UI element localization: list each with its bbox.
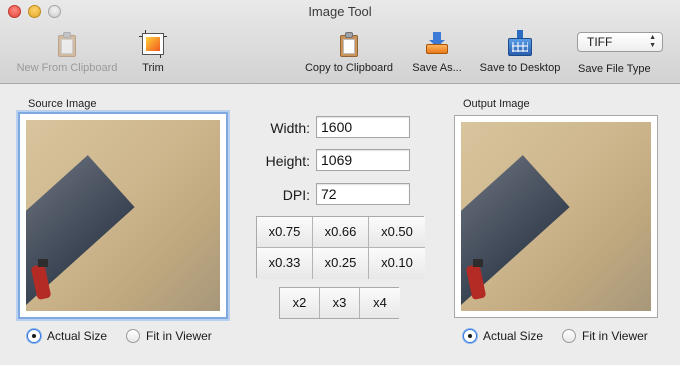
trim-label: Trim (142, 62, 164, 74)
dpi-field[interactable] (316, 183, 410, 205)
source-image-well[interactable] (18, 112, 228, 319)
new-from-clipboard-label: New From Clipboard (16, 62, 118, 74)
save-file-type-label: Save File Type (578, 63, 651, 75)
output-actual-size-label: Actual Size (483, 329, 544, 343)
source-image-preview (26, 120, 220, 311)
output-fit-in-viewer-label: Fit in Viewer (582, 329, 648, 343)
scale-0.75-button[interactable]: x0.75 (257, 217, 313, 248)
source-image-title: Source Image (28, 98, 97, 110)
file-type-value: TIFF (587, 35, 613, 49)
scale-x3-button[interactable]: x3 (320, 288, 360, 318)
window-title: Image Tool (308, 4, 372, 19)
output-image-well[interactable] (454, 115, 658, 318)
clipboard-icon (335, 30, 363, 58)
copy-to-clipboard-button[interactable]: Copy to Clipboard (296, 30, 402, 74)
new-from-clipboard-button[interactable]: New From Clipboard (8, 30, 126, 74)
desktop-icon (506, 30, 534, 58)
save-as-label: Save As... (412, 62, 462, 74)
source-fit-in-viewer-radio[interactable]: Fit in Viewer (126, 329, 212, 343)
radio-unselected-icon (126, 329, 140, 343)
scale-0.10-button[interactable]: x0.10 (369, 248, 425, 279)
scale-up-buttons: x2 x3 x4 (279, 287, 400, 319)
save-to-desktop-button[interactable]: Save to Desktop (472, 30, 568, 74)
scale-down-buttons: x0.75 x0.66 x0.50 x0.33 x0.25 x0.10 (256, 216, 425, 279)
source-actual-size-radio[interactable]: Actual Size (27, 329, 107, 343)
radio-unselected-icon (562, 329, 576, 343)
select-arrows-icon: ▲ ▼ (649, 34, 656, 49)
width-field[interactable] (316, 116, 410, 138)
copy-to-clipboard-label: Copy to Clipboard (304, 62, 394, 74)
radio-selected-icon (27, 329, 41, 343)
scale-0.50-button[interactable]: x0.50 (369, 217, 425, 248)
scale-0.25-button[interactable]: x0.25 (313, 248, 369, 279)
output-image-preview (461, 122, 651, 311)
image-tool-window: Image Tool New From Clipboard Trim Copy … (0, 0, 680, 365)
scale-0.66-button[interactable]: x0.66 (313, 217, 369, 248)
clipboard-icon (53, 30, 81, 58)
radio-selected-icon (463, 329, 477, 343)
output-actual-size-radio[interactable]: Actual Size (463, 329, 543, 343)
output-fit-in-viewer-radio[interactable]: Fit in Viewer (562, 329, 648, 343)
save-tray-icon (423, 30, 451, 58)
dpi-label: DPI: (282, 187, 310, 203)
trim-button[interactable]: Trim (132, 30, 174, 74)
height-field[interactable] (316, 149, 410, 171)
width-label: Width: (270, 120, 310, 136)
trim-icon (139, 30, 167, 58)
save-as-button[interactable]: Save As... (408, 30, 466, 74)
output-image-title: Output Image (463, 98, 530, 110)
save-to-desktop-label: Save to Desktop (479, 62, 561, 74)
scale-0.33-button[interactable]: x0.33 (257, 248, 313, 279)
file-type-select[interactable]: TIFF ▲ ▼ (577, 32, 663, 52)
scale-x2-button[interactable]: x2 (280, 288, 320, 318)
height-label: Height: (265, 153, 310, 169)
source-fit-in-viewer-label: Fit in Viewer (146, 329, 212, 343)
title-toolbar: Image Tool New From Clipboard Trim Copy … (0, 0, 680, 84)
scale-x4-button[interactable]: x4 (360, 288, 400, 318)
source-actual-size-label: Actual Size (47, 329, 108, 343)
